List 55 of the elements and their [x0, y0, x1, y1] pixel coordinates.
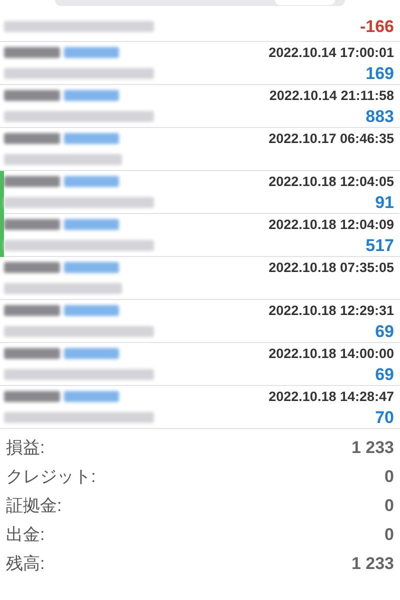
profit-value: 69 [375, 364, 394, 384]
redacted-order-type [64, 90, 119, 101]
trade-time: 2022.10.17 06:46:35 [268, 131, 394, 146]
redacted-symbol [4, 348, 60, 359]
redacted-symbol [4, 133, 60, 144]
summary-label: 損益: [6, 437, 45, 459]
redacted-order-type [64, 262, 119, 273]
summary-value: 1 233 [351, 438, 394, 458]
trade-time: 2022.10.18 14:28:47 [268, 389, 394, 404]
history-row[interactable]: 2022.10.14 17:00:01 169 [0, 42, 400, 85]
summary-label: 証拠金: [6, 495, 62, 517]
redacted-symbol [4, 219, 60, 230]
profit-value: -166 [360, 16, 394, 36]
redacted-order-type [64, 348, 119, 359]
history-row[interactable]: 2022.10.18 12:04:09 517 [0, 214, 400, 257]
history-row[interactable]: -166 [0, 6, 400, 42]
history-row[interactable]: 2022.10.18 12:29:31 69 [0, 300, 400, 343]
summary-value: 1 233 [351, 554, 394, 574]
summary-value: 0 [384, 496, 394, 516]
summary-value: 0 [384, 524, 394, 544]
summary-label: クレジット: [6, 466, 96, 488]
trade-time: 2022.10.18 12:04:05 [268, 174, 394, 189]
redacted-order-type [64, 47, 119, 58]
trade-time: 2022.10.14 21:11:58 [269, 88, 394, 103]
redacted-symbol [4, 262, 60, 273]
trade-time: 2022.10.14 17:00:01 [268, 45, 394, 60]
redacted-symbol [4, 176, 60, 187]
profit-value: 883 [366, 106, 394, 126]
trade-time: 2022.10.18 12:29:31 [268, 303, 394, 318]
profit-value: 169 [366, 64, 394, 84]
trade-time: 2022.10.18 07:35:05 [268, 260, 394, 275]
history-row[interactable]: 2022.10.18 14:28:47 70 [0, 386, 400, 429]
history-row[interactable]: 2022.10.14 21:11:58 883 [0, 85, 400, 128]
redacted-order-type [64, 219, 119, 230]
profit-value: 70 [375, 408, 394, 428]
redacted-symbol [4, 305, 60, 316]
summary-label: 出金: [6, 524, 45, 546]
redacted-symbol [4, 391, 60, 402]
history-row[interactable]: 2022.10.18 14:00:00 69 [0, 343, 400, 386]
history-row[interactable]: 2022.10.18 12:04:05 91 [0, 171, 400, 214]
redacted-order-type [64, 133, 119, 144]
trade-time: 2022.10.18 12:04:09 [268, 217, 394, 232]
redacted-order-type [64, 391, 119, 402]
summary-label: 残高: [6, 553, 45, 575]
profit-value: 69 [375, 322, 394, 342]
redacted-symbol [4, 47, 60, 58]
history-row[interactable]: 2022.10.18 07:35:05 [0, 257, 400, 300]
summary-value: 0 [384, 466, 394, 486]
trade-time: 2022.10.18 14:00:00 [268, 346, 394, 361]
profit-value: 91 [375, 192, 394, 212]
redacted-order-type [64, 305, 119, 316]
redacted-order-type [64, 176, 119, 187]
redacted-symbol [4, 90, 60, 101]
profit-value: 517 [366, 236, 394, 256]
history-row[interactable]: 2022.10.17 06:46:35 [0, 128, 400, 171]
